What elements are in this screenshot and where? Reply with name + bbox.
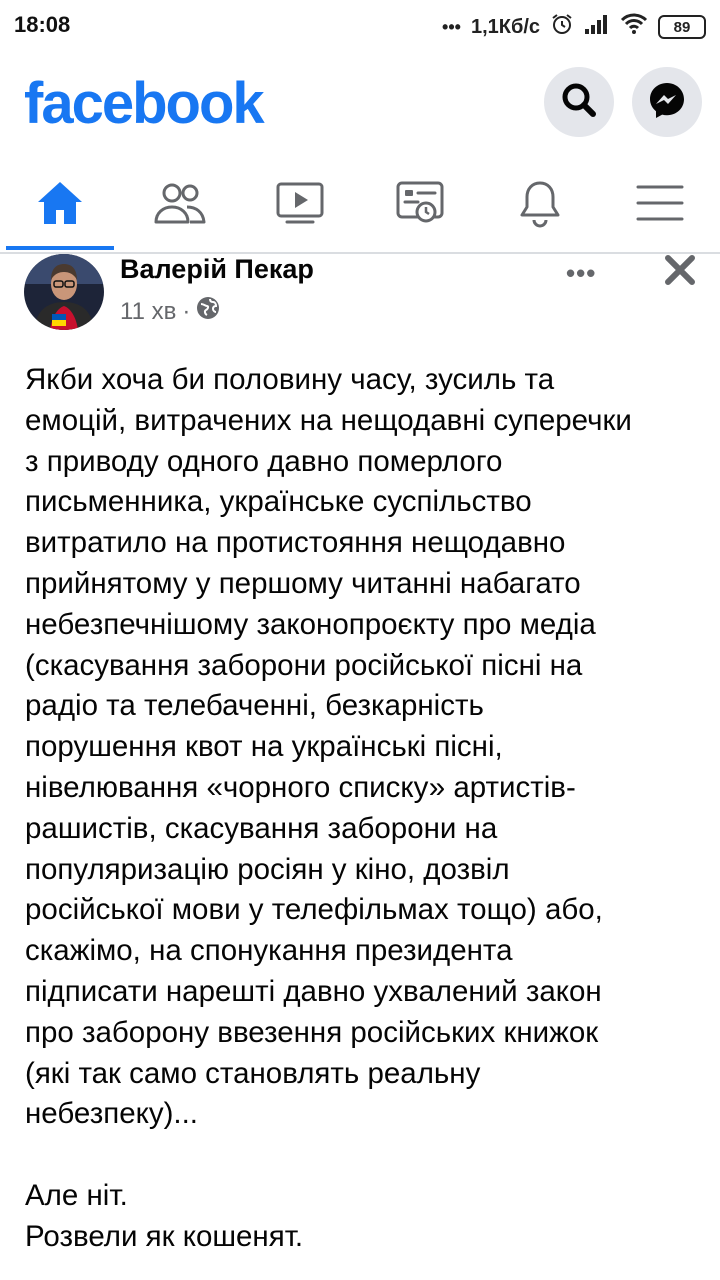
news-feed-icon — [395, 180, 445, 231]
messenger-button[interactable] — [632, 67, 702, 137]
close-icon[interactable] — [660, 250, 700, 290]
status-bar: 18:08 ••• 1,1Кб/с 89 — [0, 0, 720, 52]
messenger-icon — [647, 80, 687, 125]
tab-watch[interactable] — [242, 160, 358, 250]
search-button[interactable] — [544, 67, 614, 137]
post-text: Якби хоча би половину часу, зусиль та ем… — [25, 363, 632, 1253]
network-speed: 1,1Кб/с — [470, 15, 540, 38]
active-tab-indicator — [6, 246, 114, 250]
meta-separator: · — [182, 297, 191, 325]
tab-notifications[interactable] — [482, 160, 598, 250]
video-icon — [275, 181, 325, 230]
tab-menu[interactable] — [602, 160, 718, 250]
tab-feeds[interactable] — [362, 160, 478, 250]
post-author[interactable]: Валерій Пекар — [120, 254, 314, 285]
bell-icon — [517, 178, 563, 233]
tab-friends[interactable] — [122, 160, 238, 250]
status-time: 18:08 — [14, 12, 71, 37]
status-icons: ••• 1,1Кб/с 89 — [442, 12, 706, 42]
alarm-icon — [550, 12, 574, 42]
tab-home[interactable] — [2, 160, 118, 250]
friends-icon — [153, 180, 207, 231]
post-meta: 11 хв · — [120, 296, 220, 327]
battery-indicator: 89 — [658, 15, 706, 39]
post-header: Валерій Пекар 11 хв · ••• — [0, 252, 720, 342]
search-icon — [559, 80, 599, 125]
hamburger-menu-icon — [636, 183, 684, 228]
post-time[interactable]: 11 хв — [120, 298, 176, 326]
wifi-icon — [620, 13, 648, 41]
facebook-logo[interactable]: facebook — [24, 70, 265, 137]
status-dots: ••• — [442, 16, 461, 37]
avatar[interactable] — [24, 254, 104, 330]
signal-icon — [584, 13, 610, 41]
main-navigation — [0, 160, 720, 254]
home-icon — [34, 178, 86, 233]
post-more-options-button[interactable]: ••• — [566, 258, 596, 289]
globe-icon — [196, 296, 220, 327]
